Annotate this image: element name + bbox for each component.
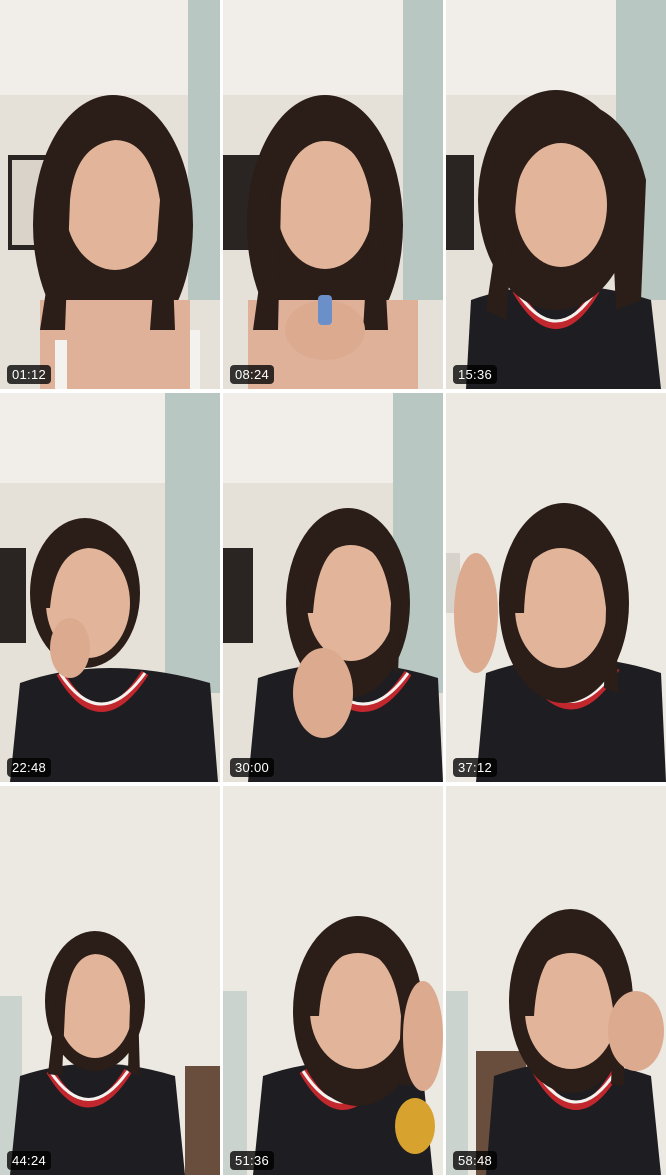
thumbnail-image — [0, 0, 220, 389]
video-thumbnail-7[interactable]: 44:24 — [0, 786, 220, 1175]
thumbnail-image — [0, 393, 220, 782]
thumbnail-image — [446, 393, 666, 782]
timestamp-badge: 08:24 — [230, 365, 275, 384]
video-thumbnail-8[interactable]: 51:36 — [223, 786, 443, 1175]
thumbnail-image — [0, 786, 220, 1175]
timestamp-badge: 22:48 — [7, 758, 52, 777]
timestamp-badge: 37:12 — [453, 758, 498, 777]
video-thumbnail-6[interactable]: 37:12 — [446, 393, 666, 782]
video-thumbnail-1[interactable]: 01:12 — [0, 0, 220, 389]
timestamp-badge: 58:48 — [453, 1151, 498, 1170]
timestamp-badge: 01:12 — [7, 365, 52, 384]
timestamp-badge: 44:24 — [7, 1151, 52, 1170]
timestamp-badge: 51:36 — [230, 1151, 275, 1170]
video-thumbnail-3[interactable]: 15:36 — [446, 0, 666, 389]
video-thumbnail-5[interactable]: 30:00 — [223, 393, 443, 782]
timestamp-badge: 15:36 — [453, 365, 498, 384]
thumbnail-image — [446, 786, 666, 1175]
video-thumbnail-4[interactable]: 22:48 — [0, 393, 220, 782]
thumbnail-image — [446, 0, 666, 389]
thumbnail-grid: 01:12 08:24 15:36 22:48 30:00 37:12 44:2… — [0, 0, 666, 1176]
video-thumbnail-2[interactable]: 08:24 — [223, 0, 443, 389]
thumbnail-image — [223, 786, 443, 1175]
video-thumbnail-9[interactable]: 58:48 — [446, 786, 666, 1175]
thumbnail-image — [223, 0, 443, 389]
timestamp-badge: 30:00 — [230, 758, 275, 777]
thumbnail-image — [223, 393, 443, 782]
